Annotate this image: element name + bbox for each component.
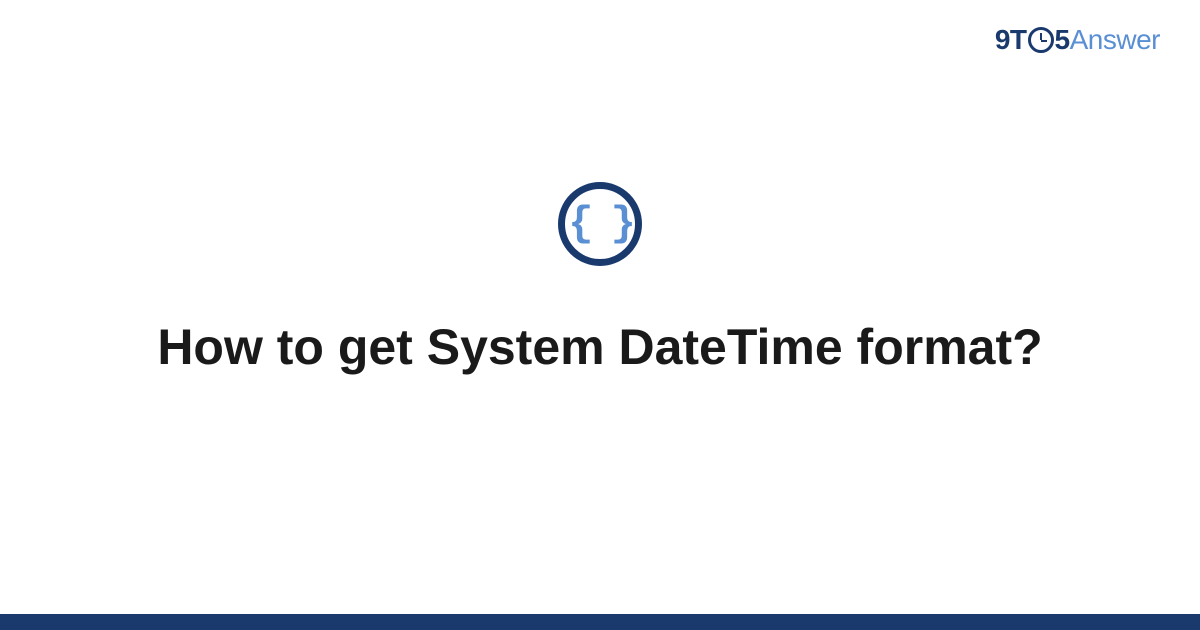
question-title: How to get System DateTime format? bbox=[157, 316, 1042, 379]
category-icon-circle: { } bbox=[558, 182, 642, 266]
main-content: { } How to get System DateTime format? bbox=[0, 0, 1200, 630]
code-braces-icon: { } bbox=[568, 203, 632, 245]
footer-accent-bar bbox=[0, 614, 1200, 630]
